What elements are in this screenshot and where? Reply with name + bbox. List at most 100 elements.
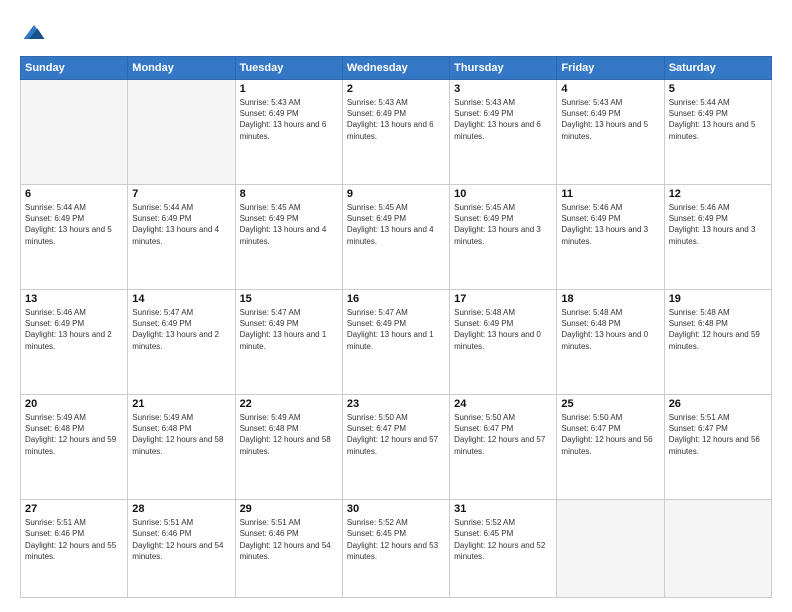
day-info: Sunrise: 5:46 AM Sunset: 6:49 PM Dayligh… [561, 202, 659, 247]
day-info: Sunrise: 5:44 AM Sunset: 6:49 PM Dayligh… [669, 97, 767, 142]
calendar-week-row: 20 Sunrise: 5:49 AM Sunset: 6:48 PM Dayli… [21, 395, 772, 500]
calendar-cell [664, 500, 771, 598]
day-info: Sunrise: 5:44 AM Sunset: 6:49 PM Dayligh… [25, 202, 123, 247]
day-info: Sunrise: 5:47 AM Sunset: 6:49 PM Dayligh… [240, 307, 338, 352]
calendar-cell: 2 Sunrise: 5:43 AM Sunset: 6:49 PM Daylig… [342, 80, 449, 185]
calendar-cell: 9Sunrise: 5:45 AM Sunset: 6:49 PM Daylig… [342, 185, 449, 290]
day-info: Sunrise: 5:49 AM Sunset: 6:48 PM Dayligh… [132, 412, 230, 457]
day-info: Sunrise: 5:51 AM Sunset: 6:46 PM Dayligh… [132, 517, 230, 562]
day-number: 2 [347, 83, 445, 95]
calendar-cell: 16 Sunrise: 5:47 AM Sunset: 6:49 PM Dayli… [342, 290, 449, 395]
weekday-header: Wednesday [342, 57, 449, 80]
day-number: 28 [132, 503, 230, 515]
day-number: 1 [240, 83, 338, 95]
day-number: 27 [25, 503, 123, 515]
calendar-cell: 8 Sunrise: 5:45 AM Sunset: 6:49 PM Daylig… [235, 185, 342, 290]
calendar-cell: 15Sunrise: 5:47 AM Sunset: 6:49 PM Dayli… [235, 290, 342, 395]
day-info: Sunrise: 5:48 AM Sunset: 6:48 PM Dayligh… [561, 307, 659, 352]
day-number: 16 [347, 293, 445, 305]
calendar-cell: 24 Sunrise: 5:50 AM Sunset: 6:47 PM Dayli… [450, 395, 557, 500]
day-info: Sunrise: 5:52 AM Sunset: 6:45 PM Dayligh… [454, 517, 552, 562]
day-number: 5 [669, 83, 767, 95]
day-info: Sunrise: 5:48 AM Sunset: 6:49 PM Dayligh… [454, 307, 552, 352]
day-number: 30 [347, 503, 445, 515]
calendar-cell: 28 Sunrise: 5:51 AM Sunset: 6:46 PM Dayli… [128, 500, 235, 598]
day-number: 13 [25, 293, 123, 305]
day-info: Sunrise: 5:43 AM Sunset: 6:49 PM Dayligh… [454, 97, 552, 142]
calendar-cell: 27 Sunrise: 5:51 AM Sunset: 6:46 PM Dayli… [21, 500, 128, 598]
calendar-cell: 17 Sunrise: 5:48 AM Sunset: 6:49 PM Dayli… [450, 290, 557, 395]
calendar-cell: 31 Sunrise: 5:52 AM Sunset: 6:45 PM Dayli… [450, 500, 557, 598]
weekday-header: Tuesday [235, 57, 342, 80]
calendar-cell: 22 Sunrise: 5:49 AM Sunset: 6:48 PM Dayli… [235, 395, 342, 500]
calendar-cell: 25 Sunrise: 5:50 AM Sunset: 6:47 PM Dayli… [557, 395, 664, 500]
day-number: 20 [25, 398, 123, 410]
day-info: Sunrise: 5:43 AM Sunset: 6:49 PM Dayligh… [347, 97, 445, 142]
calendar-cell: 12Sunrise: 5:46 AM Sunset: 6:49 PM Dayli… [664, 185, 771, 290]
calendar-cell [557, 500, 664, 598]
day-number: 21 [132, 398, 230, 410]
calendar-cell: 5 Sunrise: 5:44 AM Sunset: 6:49 PM Daylig… [664, 80, 771, 185]
page: SundayMondayTuesdayWednesdayThursdayFrid… [0, 0, 792, 612]
calendar-cell: 29 Sunrise: 5:51 AM Sunset: 6:46 PM Dayli… [235, 500, 342, 598]
day-number: 19 [669, 293, 767, 305]
day-info: Sunrise: 5:43 AM Sunset: 6:49 PM Dayligh… [561, 97, 659, 142]
calendar-cell: 23 Sunrise: 5:50 AM Sunset: 6:47 PM Dayli… [342, 395, 449, 500]
calendar-cell: 19 Sunrise: 5:48 AM Sunset: 6:48 PM Dayli… [664, 290, 771, 395]
day-number: 25 [561, 398, 659, 410]
calendar-cell: 6 Sunrise: 5:44 AM Sunset: 6:49 PM Daylig… [21, 185, 128, 290]
day-info: Sunrise: 5:51 AM Sunset: 6:46 PM Dayligh… [25, 517, 123, 562]
day-number: 9 [347, 188, 445, 200]
calendar-cell: 1 Sunrise: 5:43 AM Sunset: 6:49 PM Daylig… [235, 80, 342, 185]
day-number: 17 [454, 293, 552, 305]
day-info: Sunrise: 5:52 AM Sunset: 6:45 PM Dayligh… [347, 517, 445, 562]
calendar-cell [21, 80, 128, 185]
calendar-cell: 3 Sunrise: 5:43 AM Sunset: 6:49 PM Daylig… [450, 80, 557, 185]
day-number: 31 [454, 503, 552, 515]
day-number: 26 [669, 398, 767, 410]
day-number: 6 [25, 188, 123, 200]
day-number: 11 [561, 188, 659, 200]
day-number: 22 [240, 398, 338, 410]
weekday-header: Sunday [21, 57, 128, 80]
calendar-cell [128, 80, 235, 185]
logo [20, 18, 52, 46]
day-number: 29 [240, 503, 338, 515]
day-number: 3 [454, 83, 552, 95]
day-number: 8 [240, 188, 338, 200]
day-info: Sunrise: 5:45 AM Sunset: 6:49 PM Dayligh… [454, 202, 552, 247]
day-info: Sunrise: 5:46 AM Sunset: 6:49 PM Dayligh… [25, 307, 123, 352]
day-number: 24 [454, 398, 552, 410]
day-info: Sunrise: 5:43 AM Sunset: 6:49 PM Dayligh… [240, 97, 338, 142]
calendar-cell: 21 Sunrise: 5:49 AM Sunset: 6:48 PM Dayli… [128, 395, 235, 500]
day-info: Sunrise: 5:50 AM Sunset: 6:47 PM Dayligh… [347, 412, 445, 457]
calendar-table: SundayMondayTuesdayWednesdayThursdayFrid… [20, 56, 772, 598]
day-info: Sunrise: 5:49 AM Sunset: 6:48 PM Dayligh… [25, 412, 123, 457]
calendar-week-row: 27 Sunrise: 5:51 AM Sunset: 6:46 PM Dayli… [21, 500, 772, 598]
day-number: 12 [669, 188, 767, 200]
calendar-cell: 10 Sunrise: 5:45 AM Sunset: 6:49 PM Dayli… [450, 185, 557, 290]
calendar-cell: 30 Sunrise: 5:52 AM Sunset: 6:45 PM Dayli… [342, 500, 449, 598]
day-info: Sunrise: 5:50 AM Sunset: 6:47 PM Dayligh… [561, 412, 659, 457]
day-info: Sunrise: 5:51 AM Sunset: 6:46 PM Dayligh… [240, 517, 338, 562]
day-number: 4 [561, 83, 659, 95]
calendar-cell: 11 Sunrise: 5:46 AM Sunset: 6:49 PM Dayli… [557, 185, 664, 290]
day-info: Sunrise: 5:50 AM Sunset: 6:47 PM Dayligh… [454, 412, 552, 457]
calendar-week-row: 13 Sunrise: 5:46 AM Sunset: 6:49 PM Dayli… [21, 290, 772, 395]
day-info: Sunrise: 5:47 AM Sunset: 6:49 PM Dayligh… [132, 307, 230, 352]
day-info: Sunrise: 5:44 AM Sunset: 6:49 PM Dayligh… [132, 202, 230, 247]
day-number: 18 [561, 293, 659, 305]
day-info: Sunrise: 5:47 AM Sunset: 6:49 PM Dayligh… [347, 307, 445, 352]
calendar-header-row: SundayMondayTuesdayWednesdayThursdayFrid… [21, 57, 772, 80]
day-info: Sunrise: 5:51 AM Sunset: 6:47 PM Dayligh… [669, 412, 767, 457]
calendar-cell: 26 Sunrise: 5:51 AM Sunset: 6:47 PM Dayli… [664, 395, 771, 500]
day-info: Sunrise: 5:49 AM Sunset: 6:48 PM Dayligh… [240, 412, 338, 457]
day-info: Sunrise: 5:45 AM Sunset: 6:49 PM Dayligh… [240, 202, 338, 247]
weekday-header: Friday [557, 57, 664, 80]
weekday-header: Saturday [664, 57, 771, 80]
calendar-cell: 14 Sunrise: 5:47 AM Sunset: 6:49 PM Dayli… [128, 290, 235, 395]
day-number: 23 [347, 398, 445, 410]
day-number: 14 [132, 293, 230, 305]
day-info: Sunrise: 5:48 AM Sunset: 6:48 PM Dayligh… [669, 307, 767, 352]
day-number: 10 [454, 188, 552, 200]
